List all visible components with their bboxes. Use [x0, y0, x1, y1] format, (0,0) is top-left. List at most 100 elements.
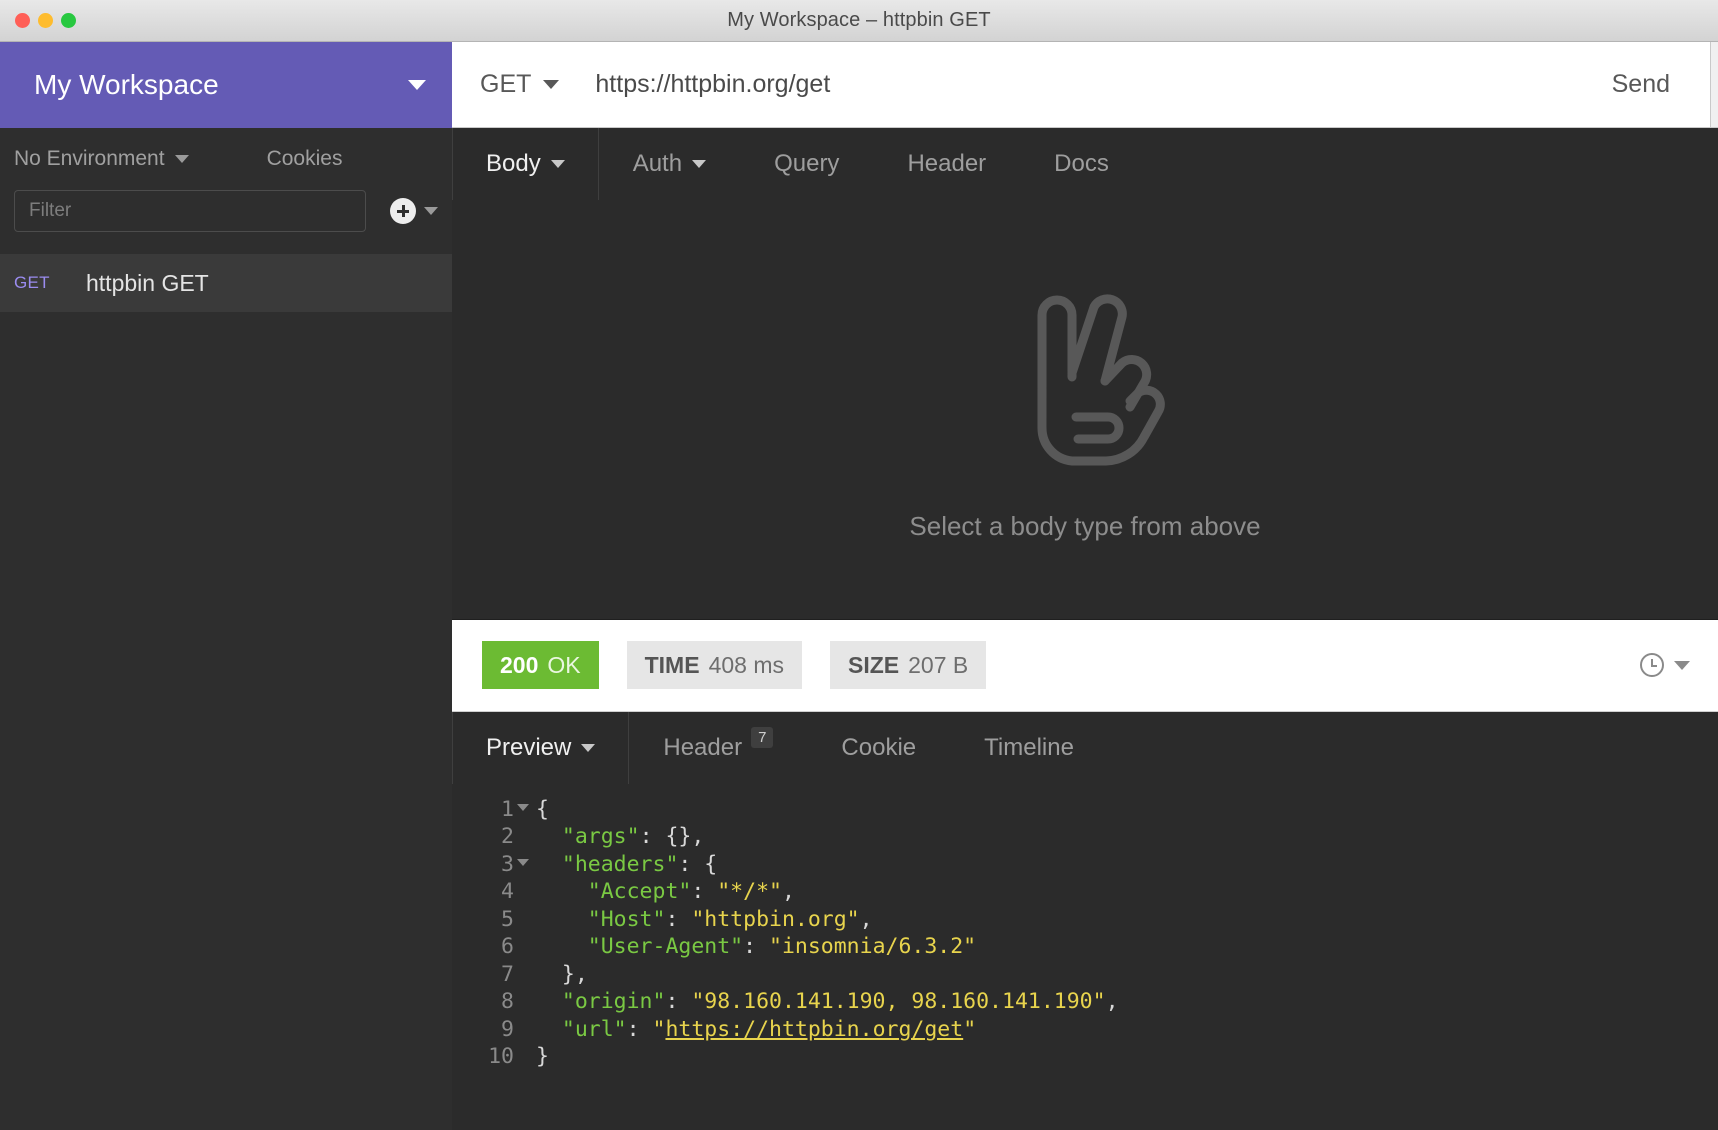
tab-label: Preview — [486, 733, 572, 761]
code-text: "args": {}, — [536, 823, 704, 851]
json-punct: : — [665, 989, 692, 1014]
json-punct: , — [859, 906, 873, 932]
json-punct — [536, 824, 562, 849]
size-label: SIZE — [848, 651, 900, 678]
sidebar: My Workspace No Environment Cookies Filt… — [0, 42, 452, 1130]
chevron-down-icon — [550, 160, 565, 168]
json-string: "insomnia/6.3.2" — [769, 934, 977, 959]
fold-toggle-icon[interactable] — [514, 851, 536, 879]
code-line: 7 }, — [452, 961, 1718, 989]
code-text: "User-Agent": "insomnia/6.3.2" — [536, 933, 976, 961]
tab-timeline[interactable]: Timeline — [950, 712, 1108, 784]
size-value: 207 B — [908, 651, 969, 678]
chevron-down-icon — [1674, 660, 1690, 670]
tab-auth[interactable]: Auth — [599, 128, 740, 200]
main-pane: GET https://httpbin.org/get Send Body Au… — [452, 42, 1718, 1130]
workspace-switcher[interactable]: My Workspace — [0, 42, 452, 128]
request-name-label: httpbin GET — [86, 269, 209, 296]
chevron-down-icon — [581, 743, 596, 752]
tab-body[interactable]: Body — [452, 128, 599, 200]
json-punct — [536, 879, 588, 904]
tab-label: Query — [774, 150, 840, 177]
code-text: "origin": "98.160.141.190, 98.160.141.19… — [536, 988, 1119, 1016]
line-number: 7 — [501, 961, 514, 987]
json-punct: : — [743, 934, 770, 959]
window-scrollbar[interactable] — [1710, 42, 1718, 127]
code-line: 5 "Host": "httpbin.org", — [452, 906, 1718, 934]
code-line: 1{ — [452, 796, 1718, 824]
json-link[interactable]: https://httpbin.org/get — [665, 1017, 963, 1042]
json-punct: } — [536, 1044, 549, 1069]
list-item[interactable]: GET httpbin GET — [0, 254, 452, 312]
code-line: 9 "url": "https://httpbin.org/get" — [452, 1016, 1718, 1044]
tab-cookie[interactable]: Cookie — [807, 712, 950, 784]
environment-selector[interactable]: No Environment — [14, 147, 189, 171]
window-titlebar: My Workspace – httpbin GET — [0, 0, 1718, 42]
code-text: "url": "https://httpbin.org/get" — [536, 1016, 976, 1044]
method-selector[interactable]: GET — [480, 70, 560, 99]
chevron-down-icon — [692, 160, 707, 168]
environment-row: No Environment Cookies — [0, 128, 452, 190]
json-key: "headers" — [561, 851, 679, 877]
filter-row — [0, 190, 452, 254]
status-badge[interactable]: 200 OK — [482, 641, 599, 689]
tab-docs[interactable]: Docs — [1020, 128, 1143, 200]
request-tabbar: Body Auth Query Header Docs — [452, 128, 1718, 200]
json-key: "Host" — [587, 906, 666, 932]
size-badge[interactable]: SIZE 207 B — [830, 641, 987, 689]
line-number: 2 — [501, 824, 514, 849]
url-bar: GET https://httpbin.org/get Send — [452, 42, 1718, 128]
cookies-button[interactable]: Cookies — [267, 147, 343, 171]
json-punct — [536, 1017, 562, 1042]
send-button[interactable]: Send — [1612, 70, 1718, 99]
tab-query[interactable]: Query — [740, 128, 873, 200]
fold-toggle-icon[interactable] — [514, 796, 536, 824]
filter-input[interactable] — [14, 190, 366, 232]
line-number: 9 — [501, 1016, 514, 1042]
tab-label: Auth — [632, 150, 683, 177]
json-key: "origin" — [561, 989, 666, 1014]
json-punct: , — [1105, 989, 1119, 1014]
code-line: 8 "origin": "98.160.141.190, 98.160.141.… — [452, 988, 1718, 1016]
time-value: 408 ms — [708, 651, 784, 678]
json-punct: { — [536, 796, 549, 822]
plus-circle-icon — [390, 198, 416, 224]
json-punct: : — [665, 906, 692, 932]
tab-header[interactable]: Header — [873, 128, 1020, 200]
json-punct — [536, 934, 588, 959]
json-punct: : { — [678, 851, 718, 877]
json-string: "98.160.141.190, 98.160.141.190" — [691, 989, 1106, 1014]
time-badge[interactable]: TIME 408 ms — [626, 641, 802, 689]
line-number: 8 — [501, 989, 514, 1014]
empty-body-message: Select a body type from above — [909, 510, 1261, 541]
window-title: My Workspace – httpbin GET — [727, 9, 991, 31]
code-text: "Accept": "*/*", — [536, 878, 795, 906]
json-punct — [536, 852, 562, 877]
json-string: "*/*" — [717, 879, 782, 904]
code-text: "headers": { — [536, 851, 717, 879]
response-body-code[interactable]: 1{2 "args": {}, 3 "headers": {4 "Accept":… — [452, 784, 1718, 1130]
chevron-down-icon — [408, 80, 426, 90]
tab-preview[interactable]: Preview — [452, 711, 630, 784]
line-number: 5 — [501, 906, 514, 932]
app-window: My Workspace – httpbin GET My Workspace … — [0, 0, 1718, 1130]
app-body: My Workspace No Environment Cookies Filt… — [0, 42, 1718, 1130]
json-punct: , — [781, 879, 795, 904]
response-history-button[interactable] — [1640, 653, 1690, 677]
tab-label: Body — [486, 150, 541, 177]
request-list: GET httpbin GET — [0, 254, 452, 1130]
line-number: 10 — [488, 1044, 514, 1069]
json-string: "httpbin.org" — [691, 906, 860, 932]
line-number: 4 — [501, 879, 514, 904]
line-number: 3 — [501, 851, 514, 877]
code-text: { — [536, 796, 549, 824]
add-request-button[interactable] — [390, 198, 438, 224]
hand-peace-icon — [1037, 294, 1165, 466]
url-input[interactable]: https://httpbin.org/get — [595, 70, 1611, 99]
tab-response-header[interactable]: Header 7 — [629, 712, 807, 784]
response-pane: Preview Header 7 Cookie Timeline 1{2 "ar… — [452, 711, 1718, 1130]
